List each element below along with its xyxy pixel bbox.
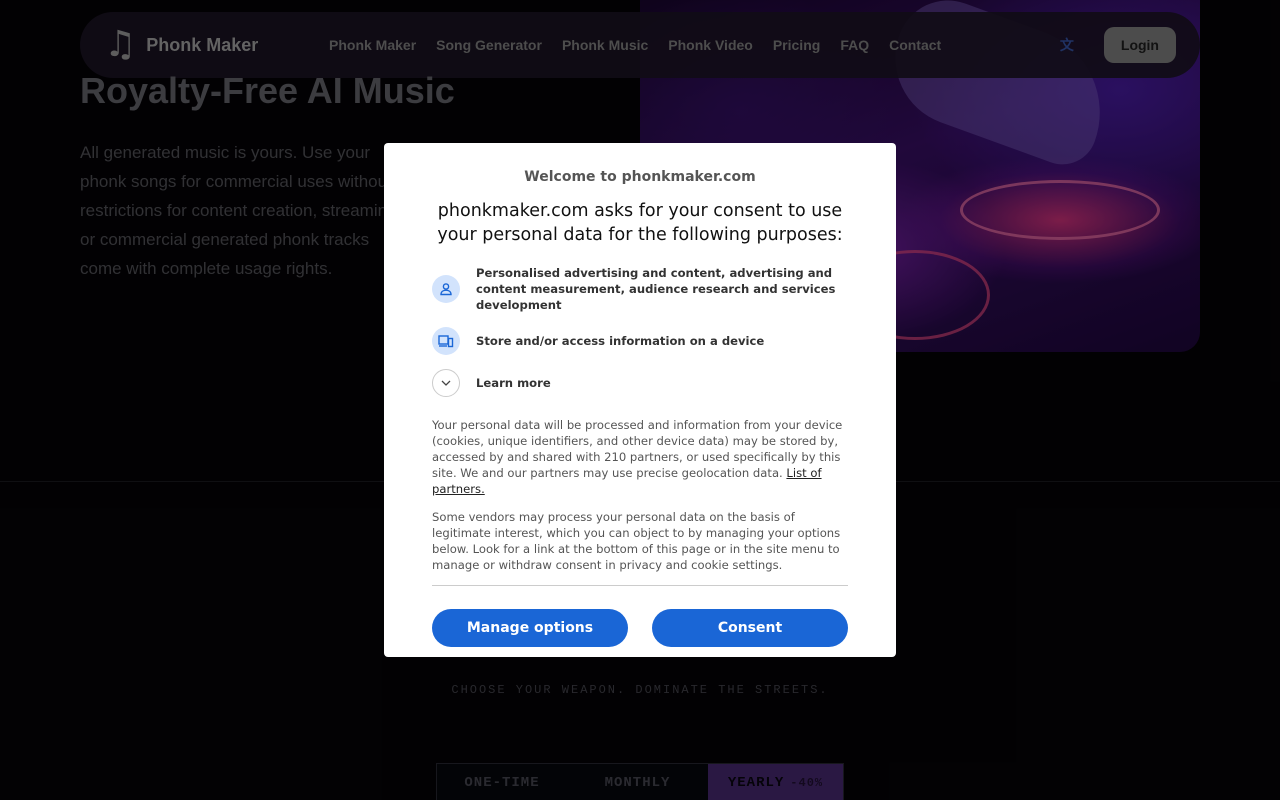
person-icon [432,275,460,303]
consent-body-text: Your personal data will be processed and… [432,418,843,480]
purpose-item: Personalised advertising and content, ad… [432,265,848,313]
consent-button[interactable]: Consent [652,609,848,647]
purpose-text: Store and/or access information on a dev… [476,334,765,348]
consent-dialog: Welcome to phonkmaker.com phonkmaker.com… [384,143,896,657]
chevron-down-icon[interactable] [432,369,460,397]
consent-buttons: Manage options Consent [432,609,848,647]
learn-more-label: Learn more [476,376,551,390]
consent-welcome: Welcome to phonkmaker.com [524,169,756,185]
consent-heading: phonkmaker.com asks for your consent to … [437,201,843,245]
device-icon [432,327,460,355]
consent-body-2: Some vendors may process your personal d… [432,509,848,586]
purpose-text: Personalised advertising and content, ad… [476,266,836,312]
learn-more[interactable]: Learn more [432,369,848,397]
consent-body: Your personal data will be processed and… [432,417,848,497]
manage-options-button[interactable]: Manage options [432,609,628,647]
purpose-item: Store and/or access information on a dev… [432,327,848,355]
